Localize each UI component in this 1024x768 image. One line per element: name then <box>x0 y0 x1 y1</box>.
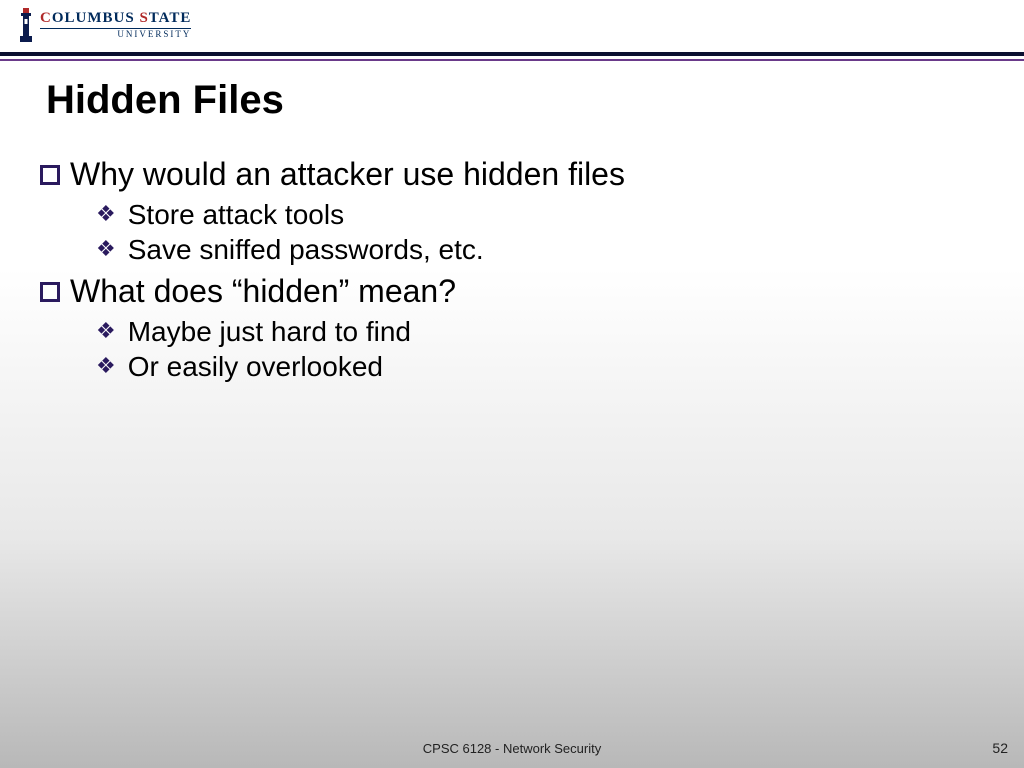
slide: COLUMBUS STATE UNIVERSITY Hidden Files W… <box>0 0 1024 768</box>
logo-subtitle: UNIVERSITY <box>40 28 191 39</box>
logo-word-tate: TATE <box>149 10 192 26</box>
bullet-text: Save sniffed passwords, etc. <box>128 232 484 267</box>
bullet-sublist: ❖ Maybe just hard to find ❖ Or easily ov… <box>96 314 984 384</box>
bullet-text: Maybe just hard to find <box>128 314 411 349</box>
logo-letter-s: S <box>139 10 148 26</box>
logo-text: COLUMBUS STATE UNIVERSITY <box>40 11 191 39</box>
slide-content: Why would an attacker use hidden files ❖… <box>40 150 984 384</box>
university-logo: COLUMBUS STATE UNIVERSITY <box>18 6 1006 44</box>
bullet-level2: ❖ Maybe just hard to find <box>96 314 984 349</box>
diamond-bullet-icon: ❖ <box>96 203 116 225</box>
bullet-text: Store attack tools <box>128 197 344 232</box>
bullet-level2: ❖ Save sniffed passwords, etc. <box>96 232 984 267</box>
bullet-sublist: ❖ Store attack tools ❖ Save sniffed pass… <box>96 197 984 267</box>
logo-word-olumbus: OLUMBUS <box>52 10 140 26</box>
slide-footer: CPSC 6128 - Network Security <box>0 741 1024 756</box>
slide-title: Hidden Files <box>46 78 284 123</box>
header-rule-accent <box>0 59 1024 61</box>
bullet-level1: Why would an attacker use hidden files <box>40 156 984 193</box>
diamond-bullet-icon: ❖ <box>96 238 116 260</box>
logo-name: COLUMBUS STATE <box>40 11 191 26</box>
bullet-level2: ❖ Store attack tools <box>96 197 984 232</box>
header-rule-dark <box>0 52 1024 56</box>
slide-header: COLUMBUS STATE UNIVERSITY <box>0 0 1024 56</box>
diamond-bullet-icon: ❖ <box>96 320 116 342</box>
bullet-text: What does “hidden” mean? <box>70 273 456 310</box>
tower-icon <box>18 6 34 44</box>
bullet-text: Or easily overlooked <box>128 349 383 384</box>
bullet-text: Why would an attacker use hidden files <box>70 156 625 193</box>
diamond-bullet-icon: ❖ <box>96 355 116 377</box>
bullet-level1: What does “hidden” mean? <box>40 273 984 310</box>
logo-letter-c: C <box>40 10 52 26</box>
bullet-level2: ❖ Or easily overlooked <box>96 349 984 384</box>
square-bullet-icon <box>40 165 60 185</box>
page-number: 52 <box>992 740 1008 756</box>
square-bullet-icon <box>40 282 60 302</box>
